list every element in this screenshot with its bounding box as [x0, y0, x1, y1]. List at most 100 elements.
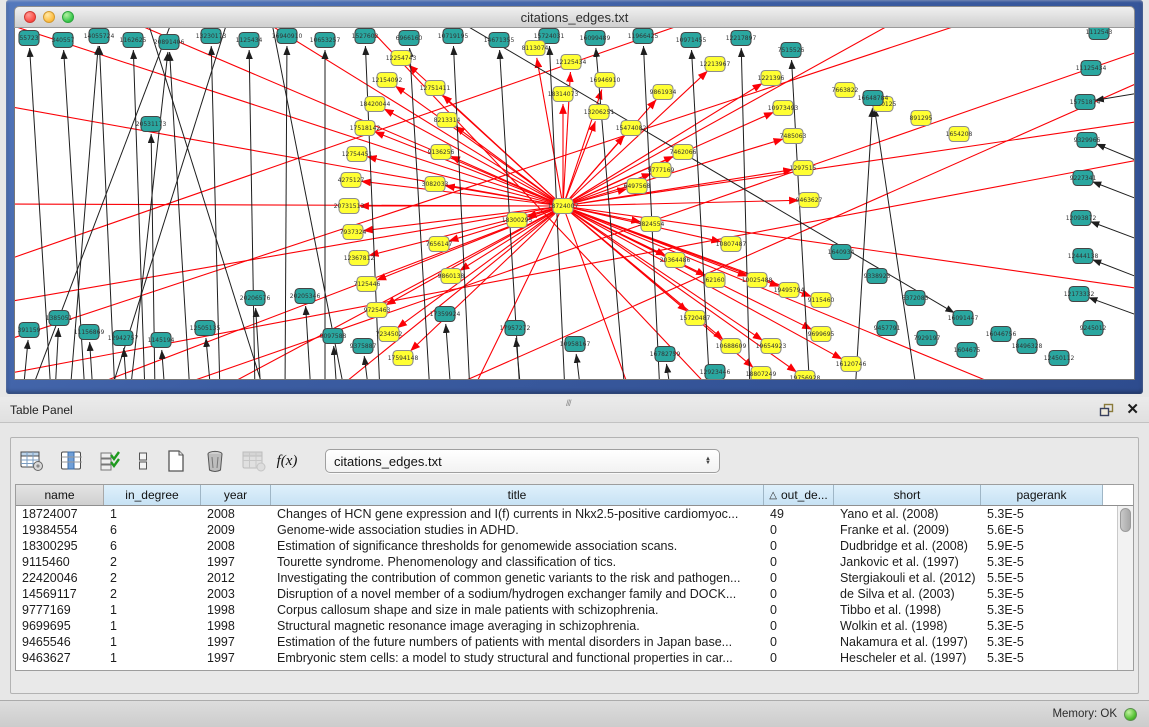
graph-edge[interactable] [206, 338, 211, 379]
table-cell[interactable]: 22420046 [16, 570, 104, 586]
create-table-button[interactable] [163, 448, 189, 474]
table-cell[interactable]: 5.6E-5 [981, 522, 1103, 538]
table-cell[interactable]: 9699695 [16, 618, 104, 634]
delete-table-button[interactable] [202, 448, 228, 474]
table-cell[interactable]: 2003 [201, 586, 271, 602]
table-cell[interactable]: Estimation of the future numbers of pati… [271, 634, 764, 650]
table-cell[interactable]: 2012 [201, 570, 271, 586]
table-cell[interactable]: Yano et al. (2008) [834, 506, 981, 522]
network-graph-svg[interactable]: 5572334055714055724116262520891406132301… [15, 28, 1134, 379]
table-cell[interactable]: Changes of HCN gene expression and I(f) … [271, 506, 764, 522]
graph-edge[interactable] [162, 350, 165, 379]
graph-edge[interactable] [397, 206, 563, 328]
function-builder-button[interactable]: f(x) [280, 448, 294, 474]
graph-edge[interactable] [15, 28, 995, 344]
graph-edge[interactable] [446, 324, 451, 379]
table-cell[interactable]: 14569117 [16, 586, 104, 602]
table-settings-button[interactable] [19, 448, 45, 474]
graph-edge[interactable] [15, 204, 563, 206]
table-cell[interactable]: 1997 [201, 650, 271, 666]
table-cell[interactable]: Jankovic et al. (1997) [834, 554, 981, 570]
table-cell[interactable]: Embryonic stem cells: a model to study s… [271, 650, 764, 666]
table-cell[interactable]: 1 [104, 634, 201, 650]
table-cell[interactable]: 0 [764, 570, 834, 586]
table-select-dropdown[interactable]: citations_edges.txt ▲▼ [325, 449, 720, 473]
table-cell[interactable]: 6 [104, 538, 201, 554]
table-cell[interactable]: 9463627 [16, 650, 104, 666]
graph-edge[interactable] [1096, 144, 1134, 164]
graph-edge[interactable] [855, 108, 872, 379]
table-cell[interactable]: 2 [104, 570, 201, 586]
graph-edge[interactable] [155, 48, 1134, 379]
table-cell[interactable]: 5.3E-5 [981, 554, 1103, 570]
table-row[interactable]: 969969511998Structural magnetic resonanc… [16, 618, 1117, 634]
graph-edge[interactable] [369, 206, 563, 256]
table-cell[interactable]: 5.3E-5 [981, 586, 1103, 602]
graph-edge[interactable] [1092, 182, 1134, 202]
splitter-grip-icon[interactable]: /// [566, 398, 571, 408]
graph-edge[interactable] [666, 364, 671, 379]
network-view-canvas[interactable]: 5572334055714055724116262520891406132301… [14, 28, 1135, 380]
table-cell[interactable]: 1998 [201, 618, 271, 634]
table-row[interactable]: 946554611997Estimation of the future num… [16, 634, 1117, 650]
graph-edge[interactable] [874, 108, 917, 379]
table-cell[interactable]: 5.3E-5 [981, 634, 1103, 650]
graph-edge[interactable] [563, 206, 812, 297]
table-cell[interactable]: 19384554 [16, 522, 104, 538]
table-cell[interactable]: 18724007 [16, 506, 104, 522]
column-header-out_de[interactable]: △out_de... [764, 485, 834, 505]
table-cell[interactable]: Estimation of significance thresholds fo… [271, 538, 764, 554]
table-scrollbar-thumb[interactable] [1120, 508, 1131, 532]
network-window-titlebar[interactable]: citations_edges.txt [14, 6, 1135, 28]
graph-edge[interactable] [364, 356, 369, 379]
table-cell[interactable]: 0 [764, 602, 834, 618]
import-table-button[interactable] [241, 448, 267, 474]
table-cell[interactable]: Disruption of a novel member of a sodium… [271, 586, 764, 602]
table-row[interactable]: 977716911998Corpus callosum shape and si… [16, 602, 1117, 618]
table-cell[interactable]: 9465546 [16, 634, 104, 650]
table-cell[interactable]: 0 [764, 554, 834, 570]
graph-edge[interactable] [90, 342, 93, 379]
table-cell[interactable]: Hescheler et al. (1997) [834, 650, 981, 666]
table-cell[interactable]: 0 [764, 634, 834, 650]
table-row[interactable]: 2242004622012Investigating the contribut… [16, 570, 1117, 586]
table-cell[interactable]: 5.3E-5 [981, 506, 1103, 522]
graph-edge[interactable] [30, 28, 175, 379]
table-row[interactable]: 911546021997Tourette syndrome. Phenomeno… [16, 554, 1117, 570]
table-cell[interactable]: 1 [104, 618, 201, 634]
table-cell[interactable]: 1997 [201, 554, 271, 570]
select-rows-button[interactable] [97, 448, 123, 474]
row-tools-button[interactable] [136, 448, 150, 474]
table-cell[interactable]: 9115460 [16, 554, 104, 570]
table-cell[interactable]: Nakamura et al. (1997) [834, 634, 981, 650]
graph-edge[interactable] [249, 50, 255, 379]
table-cell[interactable]: 2 [104, 554, 201, 570]
column-header-name[interactable]: name [16, 485, 104, 505]
graph-edge[interactable] [1092, 260, 1134, 280]
table-cell[interactable]: 2009 [201, 522, 271, 538]
graph-edge[interactable] [23, 340, 28, 379]
graph-edge[interactable] [563, 206, 842, 359]
table-row[interactable]: 1456911722003Disruption of a novel membe… [16, 586, 1117, 602]
table-cell[interactable]: Structural magnetic resonance image aver… [271, 618, 764, 634]
column-header-short[interactable]: short [834, 485, 981, 505]
graph-edge[interactable] [563, 28, 911, 206]
table-row[interactable]: 1872400712008Changes of HCN gene express… [16, 506, 1117, 522]
table-cell[interactable]: 6 [104, 522, 201, 538]
graph-edge[interactable] [453, 46, 470, 379]
table-cell[interactable]: 1 [104, 650, 201, 666]
table-cell[interactable]: 5.3E-5 [981, 602, 1103, 618]
column-header-pagerank[interactable]: pagerank [981, 485, 1103, 505]
table-cell[interactable]: 0 [764, 586, 834, 602]
table-cell[interactable]: Tourette syndrome. Phenomenology and cla… [271, 554, 764, 570]
float-panel-button[interactable] [1099, 403, 1114, 417]
graph-edge[interactable] [1090, 222, 1134, 242]
table-cell[interactable]: Corpus callosum shape and size in male p… [271, 602, 764, 618]
table-cell[interactable]: 5.3E-5 [981, 618, 1103, 634]
table-cell[interactable]: 5.3E-5 [981, 650, 1103, 666]
table-cell[interactable]: 5.5E-5 [981, 570, 1103, 586]
table-cell[interactable]: 2008 [201, 506, 271, 522]
graph-edge[interactable] [15, 206, 563, 304]
column-header-year[interactable]: year [201, 485, 271, 505]
table-cell[interactable]: 0 [764, 522, 834, 538]
